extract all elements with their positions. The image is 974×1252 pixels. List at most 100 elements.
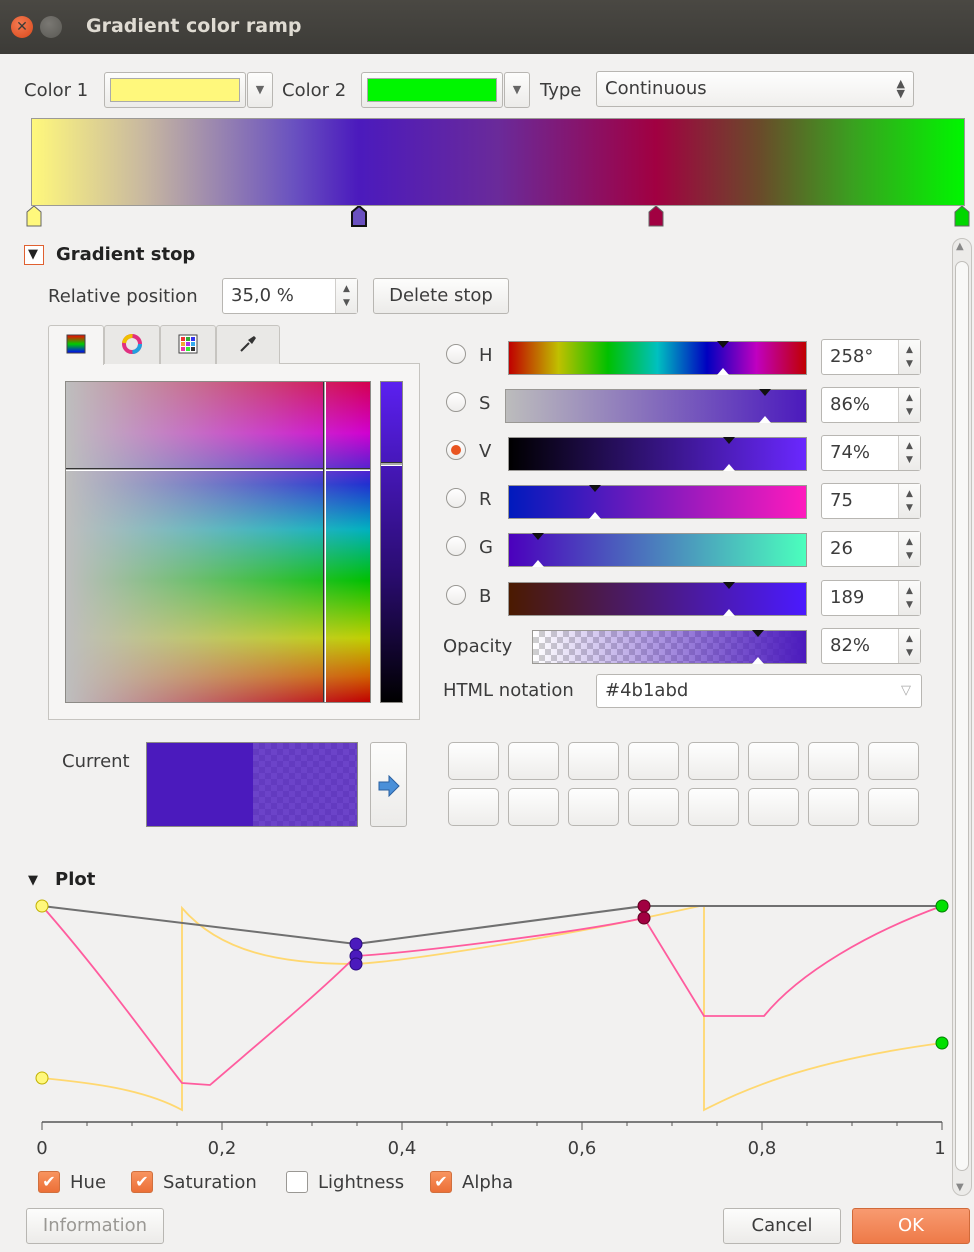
gradient-plot[interactable]: 0 0,2 0,4 0,6 0,8 1 <box>20 892 955 1164</box>
swatch-cell[interactable] <box>568 742 619 780</box>
channel-slider-marker-s[interactable] <box>759 389 771 396</box>
channel-slider-marker-v[interactable] <box>723 437 735 444</box>
spinner-arrows-icon[interactable]: ▲ ▼ <box>898 340 920 374</box>
color2-button[interactable] <box>361 72 503 108</box>
minimize-window-button[interactable] <box>40 16 62 38</box>
channel-spinbox-s[interactable]: 86% ▲ ▼ <box>821 387 921 423</box>
vertical-scrollbar[interactable]: ▲ ▼ <box>952 238 972 1196</box>
checkmark-icon: ✔ <box>42 1172 56 1191</box>
spinner-arrows-icon[interactable]: ▲ ▼ <box>898 388 920 422</box>
swatch-cell[interactable] <box>628 788 679 826</box>
gradient-stop-toggle[interactable]: ▼ <box>24 245 44 265</box>
swatch-cell[interactable] <box>748 742 799 780</box>
plot-node-2-mid[interactable] <box>637 911 651 925</box>
scroll-up-icon[interactable]: ▲ <box>956 241 964 252</box>
color1-dropdown[interactable]: ▼ <box>247 72 273 108</box>
plot-collapse-icon[interactable]: ▼ <box>28 873 38 888</box>
swatch-cell[interactable] <box>748 788 799 826</box>
channel-slider-marker-bottom-v <box>723 464 735 471</box>
stop-marker-0[interactable] <box>26 206 42 227</box>
stop-marker-3[interactable] <box>954 206 970 227</box>
spinner-arrows-icon[interactable]: ▲ ▼ <box>898 581 920 615</box>
channel-spinbox-v[interactable]: 74% ▲ ▼ <box>821 435 921 471</box>
swatch-cell[interactable] <box>448 788 499 826</box>
spinner-arrows-icon[interactable]: ▲ ▼ <box>898 484 920 518</box>
close-window-button[interactable]: ✕ <box>11 16 33 38</box>
plot-node-0-top[interactable] <box>35 899 49 913</box>
stop-marker-1[interactable] <box>351 206 367 227</box>
color2-dropdown[interactable]: ▼ <box>504 72 530 108</box>
gradient-ramp-preview[interactable] <box>31 118 965 206</box>
channel-slider-v[interactable] <box>508 437 807 471</box>
type-select[interactable]: Continuous ▲ ▼ <box>596 71 914 107</box>
channel-spinbox-b[interactable]: 189 ▲ ▼ <box>821 580 921 616</box>
plot-node-3-top[interactable] <box>935 899 949 913</box>
color1-button[interactable] <box>104 72 246 108</box>
checkbox-hue[interactable]: ✔ <box>38 1171 60 1193</box>
value-strip[interactable] <box>380 381 403 703</box>
tab-eyedropper[interactable] <box>216 325 280 364</box>
scroll-down-icon[interactable]: ▼ <box>956 1182 964 1193</box>
channel-slider-marker-g[interactable] <box>532 533 544 540</box>
channel-spinbox-g[interactable]: 26 ▲ ▼ <box>821 531 921 567</box>
channel-slider-r[interactable] <box>508 485 807 519</box>
swatch-cell[interactable] <box>688 788 739 826</box>
spinner-arrows-icon[interactable]: ▲ ▼ <box>335 279 357 313</box>
type-label: Type <box>540 80 582 101</box>
tab-color-swatches[interactable] <box>160 325 216 364</box>
spinner-arrows-icon[interactable]: ▲ ▼ <box>898 629 920 663</box>
swatch-cell[interactable] <box>808 742 859 780</box>
information-button[interactable]: Information <box>26 1208 164 1244</box>
opacity-slider[interactable] <box>532 630 807 664</box>
channel-radio-s[interactable] <box>446 392 466 412</box>
plot-node-0-hue[interactable] <box>35 1071 49 1085</box>
swatch-cell[interactable] <box>868 742 919 780</box>
chevron-down-icon: ▽ <box>901 683 911 698</box>
ok-button[interactable]: OK <box>852 1208 970 1244</box>
tab-color-wheel[interactable] <box>104 325 160 364</box>
channel-slider-marker-h[interactable] <box>717 341 729 348</box>
channel-slider-marker-b[interactable] <box>723 582 735 589</box>
relative-position-spinbox[interactable]: 35,0 % ▲ ▼ <box>222 278 358 314</box>
html-notation-field[interactable]: #4b1abd ▽ <box>596 674 922 708</box>
cancel-button[interactable]: Cancel <box>723 1208 841 1244</box>
tab-color-ramp[interactable] <box>48 325 104 365</box>
channel-radio-v[interactable] <box>446 440 466 460</box>
spinner-arrows-icon[interactable]: ▲ ▼ <box>898 532 920 566</box>
swatch-cell[interactable] <box>808 788 859 826</box>
value-strip-handle[interactable] <box>381 462 402 466</box>
plot-node-2-top[interactable] <box>637 899 651 913</box>
swatch-cell[interactable] <box>568 788 619 826</box>
channel-radio-r[interactable] <box>446 488 466 508</box>
plot-node-1-hue[interactable] <box>349 957 363 971</box>
channel-radio-b[interactable] <box>446 585 466 605</box>
channel-slider-h[interactable] <box>508 341 807 375</box>
checkbox-lightness[interactable] <box>286 1171 308 1193</box>
checkbox-saturation[interactable]: ✔ <box>131 1171 153 1193</box>
channel-slider-marker-r[interactable] <box>589 485 601 492</box>
channel-slider-marker-bottom-r <box>589 512 601 519</box>
checkbox-alpha[interactable]: ✔ <box>430 1171 452 1193</box>
add-to-swatches-button[interactable] <box>370 742 407 827</box>
spinner-arrows-icon: ▲ ▼ <box>896 77 905 100</box>
channel-slider-b[interactable] <box>508 582 807 616</box>
swatch-cell[interactable] <box>688 742 739 780</box>
channel-radio-g[interactable] <box>446 536 466 556</box>
channel-radio-h[interactable] <box>446 344 466 364</box>
opacity-slider-marker[interactable] <box>752 630 764 637</box>
plot-node-1-alpha[interactable] <box>349 937 363 951</box>
swatch-cell[interactable] <box>868 788 919 826</box>
swatch-cell[interactable] <box>448 742 499 780</box>
channel-slider-g[interactable] <box>508 533 807 567</box>
channel-spinbox-r[interactable]: 75 ▲ ▼ <box>821 483 921 519</box>
swatch-cell[interactable] <box>628 742 679 780</box>
scrollbar-thumb[interactable] <box>955 261 969 1171</box>
swatch-cell[interactable] <box>508 742 559 780</box>
opacity-spinbox[interactable]: 82% ▲ ▼ <box>821 628 921 664</box>
plot-node-3-hue[interactable] <box>935 1036 949 1050</box>
delete-stop-button[interactable]: Delete stop <box>373 278 509 314</box>
channel-spinbox-h[interactable]: 258° ▲ ▼ <box>821 339 921 375</box>
spinner-arrows-icon[interactable]: ▲ ▼ <box>898 436 920 470</box>
stop-marker-2[interactable] <box>648 206 664 227</box>
swatch-cell[interactable] <box>508 788 559 826</box>
